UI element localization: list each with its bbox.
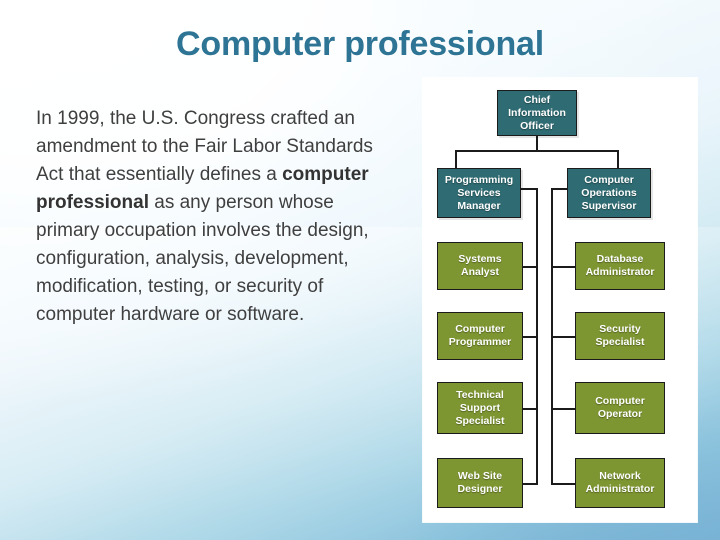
org-node-label: Programming Services Manager <box>444 173 514 212</box>
org-node-label: Computer Operations Supervisor <box>581 173 637 212</box>
org-node-label: Network Administrator <box>585 470 655 495</box>
org-node-database-administrator[interactable]: Database Administrator <box>575 242 665 290</box>
org-node-label: Web Site Designer <box>457 470 503 495</box>
connector-branch-computer-operator <box>551 408 576 410</box>
org-node-label: Computer Programmer <box>448 323 512 348</box>
connector-branch-network-administrator <box>551 483 576 485</box>
slide: Computer professional In 1999, the U.S. … <box>0 0 720 540</box>
org-node-computer-programmer[interactable]: Computer Programmer <box>437 312 523 360</box>
org-node-label: Systems Analyst <box>458 253 502 278</box>
connector-cio-to-right-manager <box>617 150 619 168</box>
org-node-label: Computer Operator <box>595 395 645 420</box>
org-chart-panel: Chief Information Officer Programming Se… <box>423 78 697 522</box>
connector-cio-bar <box>455 150 619 152</box>
org-node-network-administrator[interactable]: Network Administrator <box>575 458 665 508</box>
org-node-chief-information-officer[interactable]: Chief Information Officer <box>497 90 577 136</box>
org-node-programming-services-manager[interactable]: Programming Services Manager <box>437 168 521 218</box>
org-node-technical-support-specialist[interactable]: Technical Support Specialist <box>437 382 523 434</box>
org-node-systems-analyst[interactable]: Systems Analyst <box>437 242 523 290</box>
org-node-computer-operations-supervisor[interactable]: Computer Operations Supervisor <box>567 168 651 218</box>
org-node-label: Chief Information Officer <box>508 93 566 132</box>
org-node-label: Security Specialist <box>595 323 645 348</box>
org-node-label: Technical Support Specialist <box>455 388 505 427</box>
org-node-web-site-designer[interactable]: Web Site Designer <box>437 458 523 508</box>
connector-cio-to-left-manager <box>455 150 457 168</box>
org-node-security-specialist[interactable]: Security Specialist <box>575 312 665 360</box>
connector-cio-stem <box>536 135 538 151</box>
connector-branch-security-specialist <box>551 336 576 338</box>
connector-branch-database-administrator <box>551 266 576 268</box>
connector-left-manager-to-trunk <box>519 188 538 190</box>
page-title: Computer professional <box>176 25 544 63</box>
org-node-label: Database Administrator <box>585 253 655 278</box>
org-node-computer-operator[interactable]: Computer Operator <box>575 382 665 434</box>
body-paragraph: In 1999, the U.S. Congress crafted an am… <box>36 105 386 329</box>
